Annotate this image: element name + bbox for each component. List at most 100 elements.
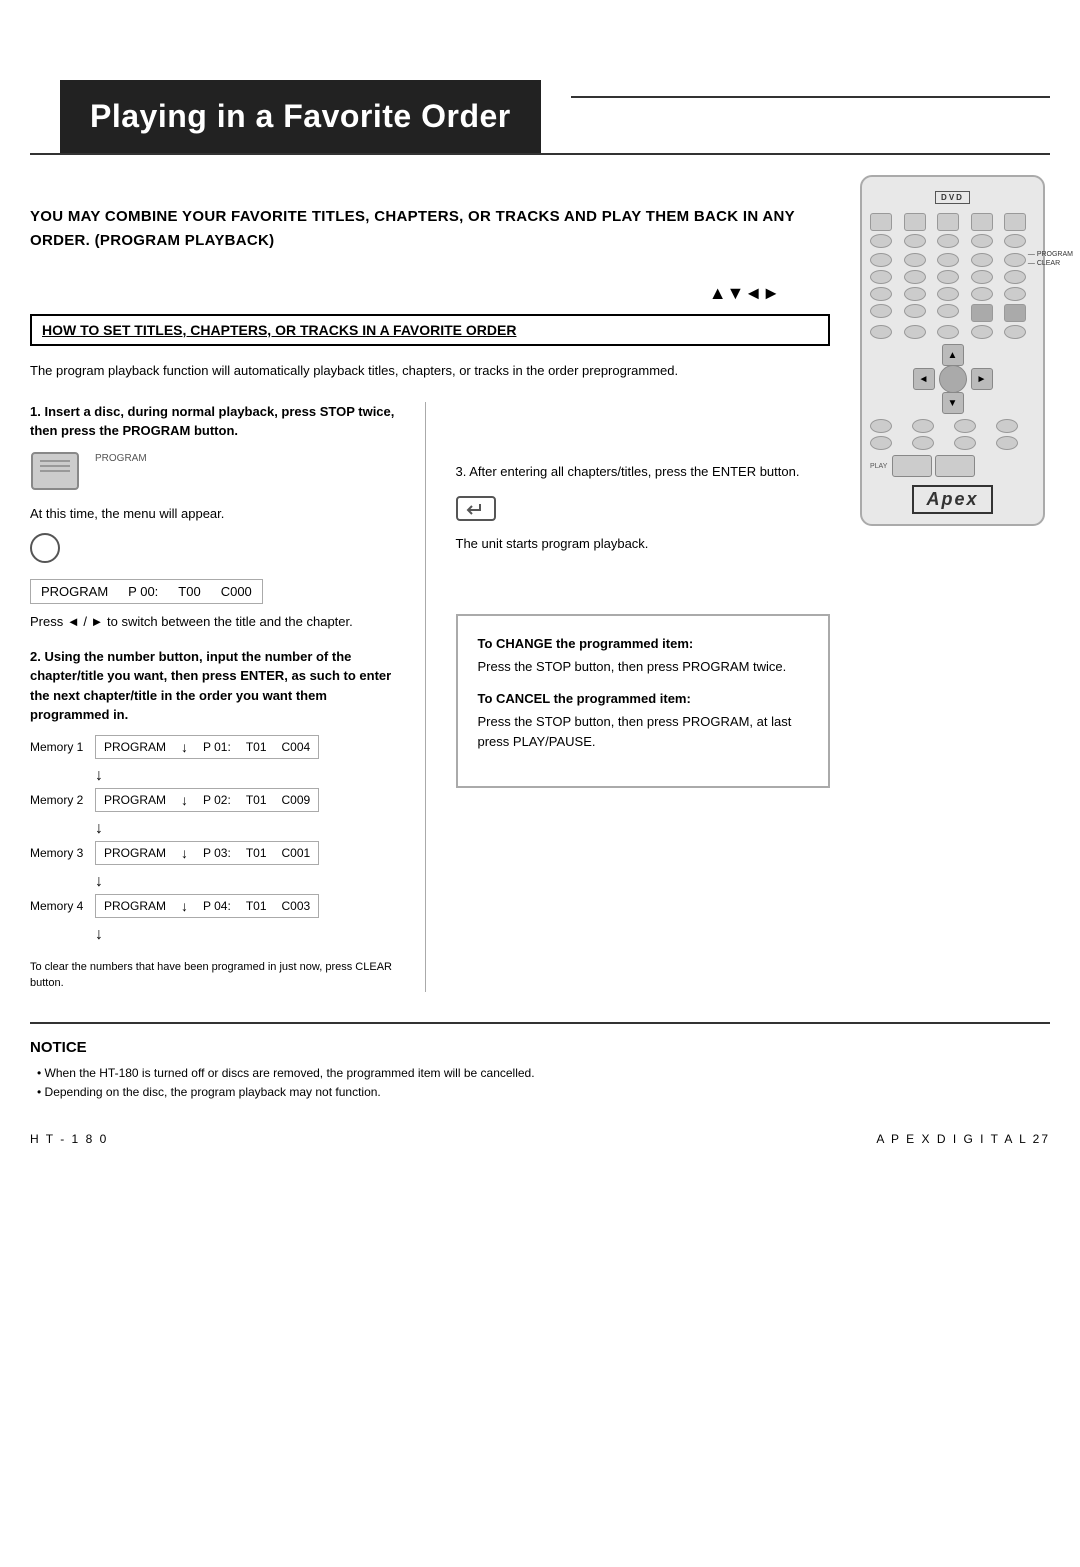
remote-btn	[937, 270, 959, 284]
play-button-2[interactable]	[935, 455, 975, 477]
footer-left: H T - 1 8 0	[30, 1132, 108, 1146]
nav-up[interactable]: ▲	[942, 344, 964, 366]
remote-btn	[937, 213, 959, 231]
memory-row-3: Memory 3 PROGRAM ↓ P 03: T01 C001	[30, 841, 405, 865]
memory-box-3: PROGRAM ↓ P 03: T01 C001	[95, 841, 319, 865]
info-box: To CHANGE the programmed item: Press the…	[456, 614, 831, 789]
steps-container: 1. Insert a disc, during normal playback…	[30, 402, 830, 992]
remote-btn	[1004, 325, 1026, 339]
section-heading: HOW TO SET TITLES, CHAPTERS, OR TRACKS I…	[30, 314, 830, 346]
notice-title: NOTICE	[30, 1039, 1050, 1056]
remote-btn	[912, 419, 934, 433]
circle-icon	[30, 533, 60, 563]
remote-btn	[1004, 234, 1026, 248]
nav-cross: ▲ ▼ ◄ ►	[913, 344, 993, 414]
cancel-title: To CANCEL the programmed item:	[478, 691, 809, 706]
intro-text: YOU MAY COMBINE YOUR FAVORITE TITLES, CH…	[30, 205, 830, 253]
nav-down[interactable]: ▼	[942, 392, 964, 414]
program-display: PROGRAM P 00: T00 C000	[30, 579, 263, 604]
remote-btn	[971, 287, 993, 301]
remote-area: DVD	[850, 185, 1050, 992]
remote-btn	[1004, 270, 1026, 284]
memory-box-1: PROGRAM ↓ P 01: T01 C004	[95, 735, 319, 759]
mem2-program: PROGRAM	[104, 793, 166, 807]
remote-btn	[971, 253, 993, 267]
remote-btn	[904, 287, 926, 301]
section-desc: The program playback function will autom…	[30, 361, 830, 382]
remote-btn	[1004, 213, 1026, 231]
program-display-t: T00	[178, 584, 200, 599]
remote-btn	[870, 253, 892, 267]
remote-btn	[1004, 253, 1026, 267]
remote-btn	[912, 436, 934, 450]
mem4-t: T01	[246, 899, 267, 913]
remote-control: DVD	[860, 175, 1045, 526]
remote-btn	[937, 304, 959, 318]
remote-btn	[954, 419, 976, 433]
mem1-p: P 01:	[203, 740, 231, 754]
remote-btn	[904, 234, 926, 248]
memory-box-2: PROGRAM ↓ P 02: T01 C009	[95, 788, 319, 812]
step2-bold: 2. Using the number button, input the nu…	[30, 647, 405, 725]
memory-row-1: Memory 1 PROGRAM ↓ P 01: T01 C004	[30, 735, 405, 759]
remote-top: DVD	[870, 187, 1035, 208]
program-display-p: P 00:	[128, 584, 158, 599]
program-label: PROGRAM	[95, 453, 147, 464]
mem2-arrow: ↓	[181, 792, 188, 808]
enter-button-icon	[456, 496, 496, 521]
remote-btn	[904, 253, 926, 267]
mem1-c: C004	[282, 740, 311, 754]
remote-btn	[904, 213, 926, 231]
mem2-p: P 02:	[203, 793, 231, 807]
memory-label-1: Memory 1	[30, 740, 95, 754]
mem2-c: C009	[282, 793, 311, 807]
remote-btn	[971, 213, 993, 231]
page-footer: H T - 1 8 0 A P E X D I G I T A L 27	[0, 1102, 1080, 1166]
remote-btn	[870, 234, 892, 248]
remote-btn	[870, 287, 892, 301]
cancel-text: Press the STOP button, then press PROGRA…	[478, 712, 809, 751]
remote-btn	[870, 436, 892, 450]
memory-label-2: Memory 2	[30, 793, 95, 807]
remote-btn	[904, 325, 926, 339]
mem3-program: PROGRAM	[104, 846, 166, 860]
page: Playing in a Favorite Order YOU MAY COMB…	[0, 40, 1080, 1567]
memory-row-4: Memory 4 PROGRAM ↓ P 04: T01 C003	[30, 894, 405, 918]
remote-btn	[870, 213, 892, 231]
step1-switch-text: Press ◄ / ► to switch between the title …	[30, 612, 405, 632]
mem3-t: T01	[246, 846, 267, 860]
right-steps: 3. After entering all chapters/titles, p…	[446, 402, 831, 992]
mem1-program: PROGRAM	[104, 740, 166, 754]
nav-right[interactable]: ►	[971, 368, 993, 390]
footer-right: A P E X D I G I T A L 27	[876, 1132, 1050, 1146]
remote-btn	[904, 270, 926, 284]
notice-item-1: • When the HT-180 is turned off or discs…	[30, 1064, 1050, 1083]
play-label: PLAY	[870, 463, 887, 470]
remote-btn	[996, 419, 1018, 433]
change-text: Press the STOP button, then press PROGRA…	[478, 657, 809, 677]
notice-section: NOTICE • When the HT-180 is turned off o…	[30, 1022, 1050, 1102]
mem4-p: P 04:	[203, 899, 231, 913]
main-content: YOU MAY COMBINE YOUR FAVORITE TITLES, CH…	[30, 185, 850, 992]
remote-btn	[870, 325, 892, 339]
program-display-label: PROGRAM	[41, 584, 108, 599]
notice-item-2: • Depending on the disc, the program pla…	[30, 1083, 1050, 1102]
memory-rows: Memory 1 PROGRAM ↓ P 01: T01 C004 ↓	[30, 735, 405, 944]
play-button[interactable]	[892, 455, 932, 477]
mem1-t: T01	[246, 740, 267, 754]
mem4-c: C003	[282, 899, 311, 913]
mem4-program: PROGRAM	[104, 899, 166, 913]
change-title: To CHANGE the programmed item:	[478, 636, 809, 651]
memory-row-2: Memory 2 PROGRAM ↓ P 02: T01 C009	[30, 788, 405, 812]
nav-enter[interactable]	[939, 365, 967, 393]
remote-btn	[954, 436, 976, 450]
mem2-t: T01	[246, 793, 267, 807]
remote-btn	[870, 304, 892, 318]
apex-text: Apex	[912, 485, 992, 514]
nav-left[interactable]: ◄	[913, 368, 935, 390]
remote-btn	[1004, 304, 1026, 322]
remote-btn	[937, 287, 959, 301]
clear-note: To clear the numbers that have been prog…	[30, 959, 405, 992]
remote-btn	[904, 304, 926, 318]
remote-btn	[971, 234, 993, 248]
